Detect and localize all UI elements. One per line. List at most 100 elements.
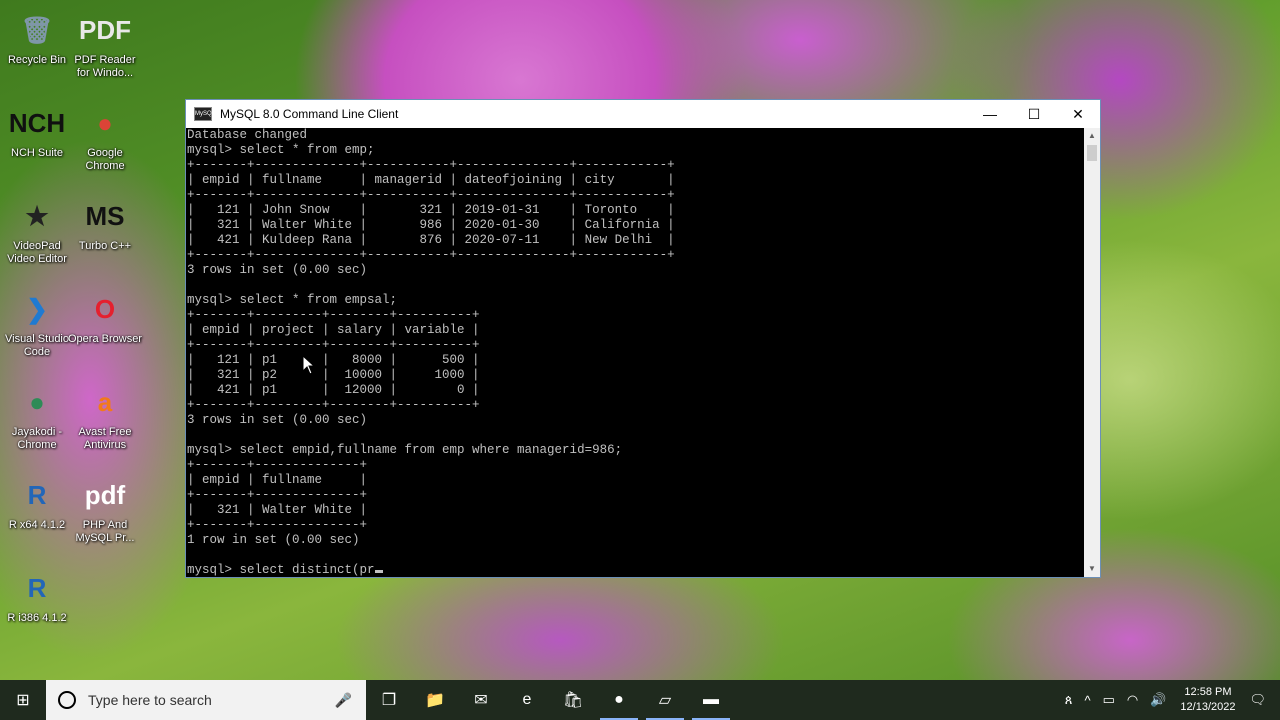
console-output[interactable]: Database changed mysql> select * from emp… (186, 128, 1084, 577)
desktop-icon[interactable]: ★ VideoPad Video Editor (0, 194, 74, 266)
taskbar-notepad-button[interactable]: ▱ (642, 680, 688, 720)
console-line: | 121 | p1 | 8000 | 500 | (187, 353, 480, 367)
microphone-icon[interactable]: 🎤 (335, 692, 352, 709)
console-line: +-------+--------------+-----------+----… (187, 248, 675, 262)
desktop-icon-label: VideoPad Video Editor (7, 240, 67, 265)
clock[interactable]: 12:58 PM 12/13/2022 (1180, 685, 1235, 715)
battery-icon[interactable]: ▭ (1103, 692, 1115, 708)
taskbar-edge-button[interactable]: e (504, 680, 550, 720)
cortana-icon (58, 691, 76, 709)
desktop-icon[interactable]: a Avast Free Antivirus (68, 380, 142, 452)
taskbar-mysql-client-button[interactable]: ▬ (688, 680, 734, 720)
taskbar-chrome-button[interactable]: ● (596, 680, 642, 720)
search-box[interactable]: Type here to search 🎤 (46, 680, 366, 720)
desktop-app-icon: O (94, 293, 116, 324)
taskbar-file-explorer-button[interactable]: 📁 (412, 680, 458, 720)
desktop-app-icon: ❯ (26, 293, 48, 324)
desktop-icon[interactable]: ● Jayakodi - Chrome (0, 380, 74, 452)
desktop-icon[interactable]: ● Google Chrome (68, 101, 142, 173)
desktop-icon[interactable]: R R x64 4.1.2 (0, 473, 74, 532)
network-icon[interactable]: ◠ (1127, 692, 1138, 708)
search-placeholder: Type here to search (88, 692, 212, 708)
console-line: | empid | fullname | (187, 473, 368, 487)
taskbar: ⊞ Type here to search 🎤 ❐ 📁 ✉ e 🛍 ● ▱ ▬ ጰ ^ ▭ … (0, 680, 1280, 720)
minimize-button[interactable]: — (968, 100, 1012, 128)
task-view-button[interactable]: ❐ (366, 680, 412, 720)
mail-icon: ✉ (474, 692, 488, 709)
console-line: +-------+--------------+-----------+----… (187, 188, 675, 202)
clock-time: 12:58 PM (1184, 686, 1232, 698)
console-line: 3 rows in set (0.00 sec) (187, 263, 368, 277)
window-title: MySQL 8.0 Command Line Client (220, 107, 399, 121)
task-view-icon: ❐ (381, 692, 397, 709)
console-line: 1 row in set (0.00 sec) (187, 533, 360, 547)
window-titlebar[interactable]: MySQL MySQL 8.0 Command Line Client — ☐ … (186, 100, 1100, 128)
desktop-icon[interactable]: 🗑 Recycle Bin (0, 8, 74, 67)
desktop-icon[interactable]: pdf PHP And MySQL Pr... (68, 473, 142, 545)
desktop-icon[interactable]: NCH NCH Suite (0, 101, 74, 160)
mysql-console-window[interactable]: MySQL MySQL 8.0 Command Line Client — ☐ … (185, 99, 1101, 578)
maximize-button[interactable]: ☐ (1012, 100, 1056, 128)
desktop-icon-label: PDF Reader for Windo... (74, 54, 136, 79)
console-line: +-------+--------------+ (187, 458, 368, 472)
desktop-icon-label: Jayakodi - Chrome (11, 426, 63, 451)
console-line: | empid | fullname | managerid | dateofj… (187, 173, 675, 187)
chrome-icon: ● (614, 691, 624, 708)
console-line: 3 rows in set (0.00 sec) (187, 413, 368, 427)
desktop-icon[interactable]: ❯ Visual Studio Code (0, 287, 74, 359)
desktop-app-icon: PDF (79, 14, 131, 45)
desktop-icon-label: R i386 4.1.2 (7, 612, 67, 624)
desktop-app-icon: pdf (84, 479, 126, 510)
console-line: Database changed (187, 128, 308, 142)
desktop-app-icon: 🗑 (20, 14, 54, 45)
desktop-app-icon: R (27, 572, 47, 603)
people-icon[interactable]: ጰ (1065, 692, 1073, 708)
notification-icon[interactable]: 🗨 (1249, 692, 1266, 708)
console-line: | 421 | p1 | 12000 | 0 | (187, 383, 480, 397)
vertical-scrollbar[interactable]: ▲ ▼ (1084, 128, 1100, 577)
desktop-icon-label: Avast Free Antivirus (78, 426, 132, 451)
desktop-icon[interactable]: PDF PDF Reader for Windo... (68, 8, 142, 80)
taskbar-store-button[interactable]: 🛍 (550, 680, 596, 720)
desktop-icon-label: R x64 4.1.2 (8, 519, 66, 531)
desktop-icon-label: Turbo C++ (78, 240, 132, 252)
desktop-icon-label: Visual Studio Code (4, 333, 69, 358)
desktop-app-icon: R (27, 479, 47, 510)
console-line: +-------+---------+--------+----------+ (187, 398, 480, 412)
scroll-down-icon[interactable]: ▼ (1084, 561, 1100, 577)
desktop-icon-label: PHP And MySQL Pr... (75, 519, 135, 544)
console-line: | 321 | p2 | 10000 | 1000 | (187, 368, 480, 382)
clock-date: 12/13/2022 (1180, 701, 1236, 713)
desktop-icon[interactable]: MS Turbo C++ (68, 194, 142, 253)
file-explorer-icon: 📁 (425, 692, 445, 709)
start-button[interactable]: ⊞ (0, 680, 46, 720)
chevron-up-icon[interactable]: ^ (1084, 693, 1090, 708)
desktop-icon[interactable]: O Opera Browser (68, 287, 142, 346)
edge-icon: e (522, 691, 532, 708)
scroll-thumb[interactable] (1087, 145, 1097, 161)
console-line: | 321 | Walter White | (187, 503, 368, 517)
console-line: +-------+--------------+ (187, 518, 368, 532)
console-line: | 421 | Kuldeep Rana | 876 | 2020-07-11 … (187, 233, 675, 247)
console-line: +-------+--------------+ (187, 488, 368, 502)
desktop-icon[interactable]: R R i386 4.1.2 (0, 566, 74, 625)
text-cursor (374, 570, 383, 573)
close-button[interactable]: ✕ (1056, 100, 1100, 128)
mouse-pointer-icon (302, 355, 314, 375)
console-line: | empid | project | salary | variable | (187, 323, 480, 337)
notepad-icon: ▱ (658, 692, 672, 709)
desktop-icon-label: Opera Browser (68, 333, 142, 345)
console-line: mysql> select empid,fullname from emp wh… (187, 443, 623, 457)
console-input-line[interactable]: mysql> select distinct(pr (187, 563, 1084, 577)
console-line: +-------+--------------+-----------+----… (187, 158, 675, 172)
taskbar-apps: 📁 ✉ e 🛍 ● ▱ ▬ (412, 680, 734, 720)
desktop-app-icon: NCH (8, 107, 66, 138)
scroll-up-icon[interactable]: ▲ (1084, 128, 1100, 144)
console-line: mysql> select * from emp; (187, 143, 375, 157)
desktop-icon-label: Google Chrome (85, 147, 125, 172)
volume-icon[interactable]: 🔊 (1150, 692, 1166, 708)
taskbar-mail-button[interactable]: ✉ (458, 680, 504, 720)
